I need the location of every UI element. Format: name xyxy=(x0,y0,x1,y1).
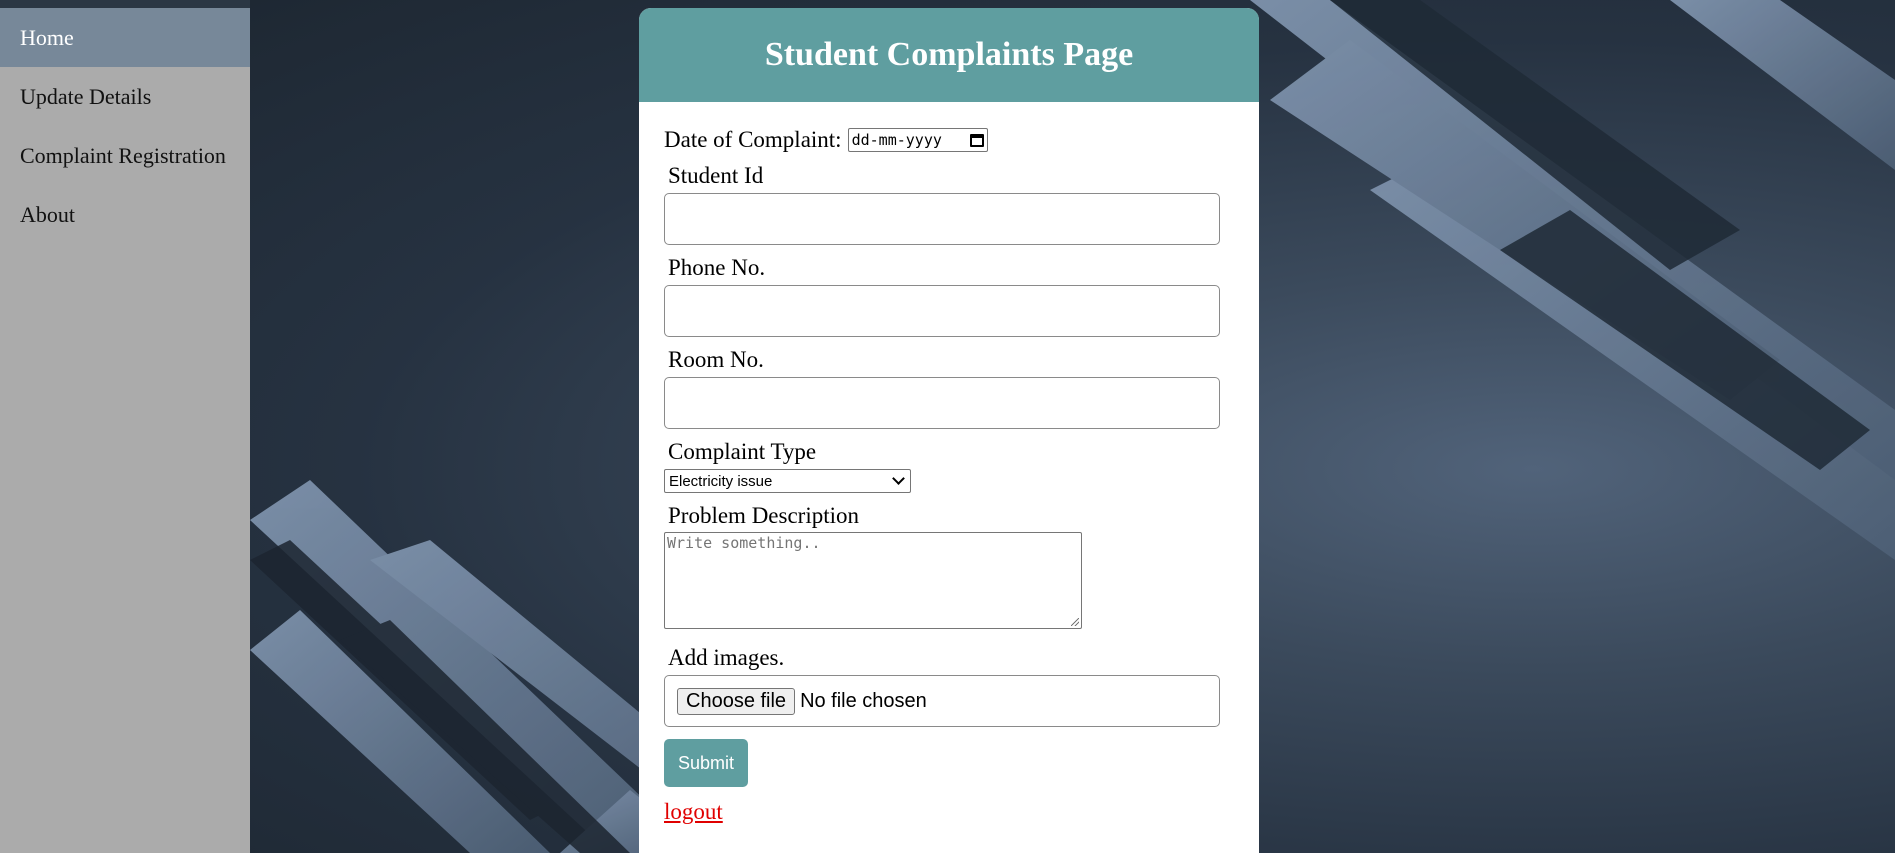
date-placeholder: dd-mm-yyyy xyxy=(851,131,942,149)
date-input[interactable]: dd-mm-yyyy xyxy=(847,128,988,152)
student-id-input[interactable] xyxy=(664,193,1220,245)
date-row: Date of Complaint: dd-mm-yyyy xyxy=(664,127,1234,153)
sidebar-item-update-details[interactable]: Update Details xyxy=(0,67,250,126)
room-label: Room No. xyxy=(668,347,764,372)
date-label: Date of Complaint: xyxy=(664,127,842,152)
resize-handle-icon[interactable] xyxy=(1071,618,1079,626)
sidebar-item-about[interactable]: About xyxy=(0,185,250,244)
complaint-form-card: Student Complaints Page Date of Complain… xyxy=(639,8,1259,853)
page-title: Student Complaints Page xyxy=(639,8,1259,102)
room-input[interactable] xyxy=(664,377,1220,429)
file-status: No file chosen xyxy=(800,689,927,712)
chevron-down-icon xyxy=(892,472,905,485)
calendar-icon[interactable] xyxy=(969,133,984,147)
file-upload-field: Choose file No file chosen xyxy=(664,675,1220,727)
logout-link[interactable]: logout xyxy=(664,799,723,825)
phone-label: Phone No. xyxy=(668,255,766,280)
sidebar-item-complaint-registration[interactable]: Complaint Registration xyxy=(0,126,250,185)
complaint-type-select[interactable]: Electricity issue xyxy=(664,469,911,493)
phone-input[interactable] xyxy=(664,285,1220,337)
description-placeholder: Write something.. xyxy=(667,534,821,552)
student-id-label: Student Id xyxy=(668,163,764,188)
sidebar-item-home[interactable]: Home xyxy=(0,8,250,67)
sidebar-nav: Home Update Details Complaint Registrati… xyxy=(0,8,250,853)
top-strip xyxy=(0,0,250,8)
images-label: Add images. xyxy=(668,645,785,670)
submit-button[interactable]: Submit xyxy=(664,739,748,787)
complaint-type-value: Electricity issue xyxy=(669,472,773,490)
complaint-type-label: Complaint Type xyxy=(668,439,817,464)
form-body: Date of Complaint: dd-mm-yyyy Student Id… xyxy=(639,127,1259,825)
choose-file-button[interactable]: Choose file xyxy=(677,687,796,715)
description-textarea[interactable]: Write something.. xyxy=(664,532,1082,629)
description-label: Problem Description xyxy=(668,503,859,528)
